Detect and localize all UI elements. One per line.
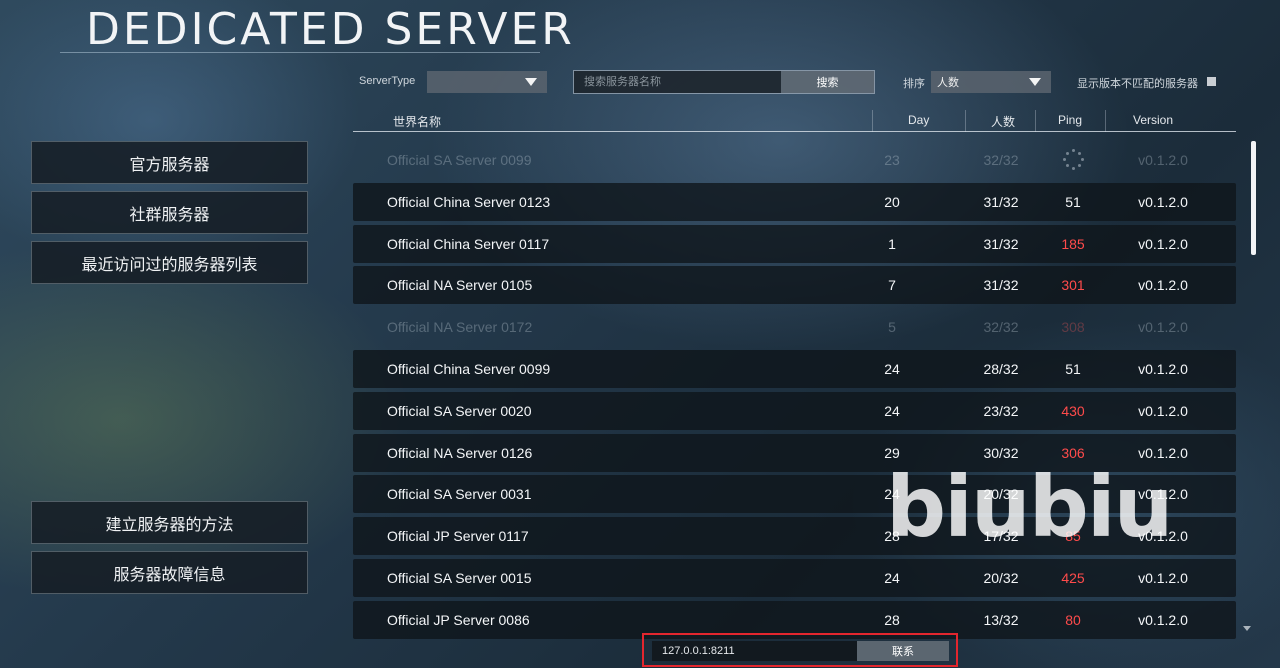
server-row[interactable]: Official China Server 0117 1 31/32 185 v0.1.… bbox=[353, 224, 1236, 263]
connect-button[interactable]: 联系 bbox=[857, 641, 949, 661]
scroll-down-icon[interactable] bbox=[1243, 626, 1251, 631]
server-players: 13/32 bbox=[983, 611, 1019, 628]
server-day: 7 bbox=[888, 277, 896, 294]
server-version: v0.1.2.0 bbox=[1138, 611, 1188, 628]
server-version: v0.1.2.0 bbox=[1138, 235, 1188, 252]
server-name: Official JP Server 0086 bbox=[387, 611, 530, 628]
watermark-logo: biubiu bbox=[886, 458, 1173, 556]
page-title: DEDICATED SERVER bbox=[86, 4, 575, 55]
official-servers-button[interactable]: 官方服务器 bbox=[31, 141, 308, 184]
community-servers-button[interactable]: 社群服务器 bbox=[31, 191, 308, 234]
server-row[interactable]: Official China Server 0123 20 31/32 51 v0.1.… bbox=[353, 182, 1236, 221]
server-name: Official JP Server 0117 bbox=[387, 528, 529, 545]
server-version: v0.1.2.0 bbox=[1138, 570, 1188, 586]
loading-spinner-icon bbox=[1061, 147, 1085, 171]
server-row[interactable]: Official NA Server 0105 7 31/32 301 v0.1.2.0 bbox=[353, 266, 1236, 305]
column-divider bbox=[872, 110, 873, 132]
server-issues-button[interactable]: 服务器故障信息 bbox=[31, 551, 308, 594]
server-day: 24 bbox=[884, 402, 900, 419]
server-type-label: ServerType bbox=[359, 75, 416, 87]
server-day: 24 bbox=[884, 361, 900, 377]
server-row[interactable]: Official SA Server 0099 23 32/32 v0.1.2.0 bbox=[353, 141, 1236, 179]
server-name: Official NA Server 0105 bbox=[387, 277, 533, 294]
server-players: 32/32 bbox=[983, 319, 1019, 336]
server-day: 20 bbox=[884, 193, 900, 210]
server-version: v0.1.2.0 bbox=[1138, 277, 1188, 294]
server-row[interactable]: Official SA Server 0015 24 20/32 425 v0.1.2.… bbox=[353, 559, 1236, 597]
server-row[interactable]: Official China Server 0099 24 28/32 51 v0.1.… bbox=[353, 350, 1236, 388]
server-day: 23 bbox=[884, 152, 900, 168]
column-header-players[interactable]: 人数 bbox=[991, 113, 1015, 130]
server-version: v0.1.2.0 bbox=[1138, 193, 1188, 210]
server-day: 1 bbox=[888, 235, 896, 252]
server-players: 32/32 bbox=[983, 152, 1019, 168]
column-divider bbox=[1105, 110, 1106, 132]
table-header: 世界名称 Day 人数 Ping Version bbox=[353, 110, 1236, 132]
server-row[interactable]: Official NA Server 0172 5 32/32 308 v0.1.2.0 bbox=[353, 308, 1236, 346]
chevron-down-icon bbox=[1029, 78, 1041, 86]
direct-connect-bar: 联系 bbox=[642, 633, 958, 667]
server-name: Official SA Server 0015 bbox=[387, 570, 532, 586]
server-players: 23/32 bbox=[983, 402, 1019, 419]
server-players: 31/32 bbox=[983, 193, 1019, 210]
server-name: Official China Server 0099 bbox=[387, 361, 551, 377]
server-name: Official SA Server 0099 bbox=[387, 152, 532, 168]
sort-value: 人数 bbox=[937, 77, 959, 89]
sort-label: 排序 bbox=[903, 78, 925, 90]
server-row[interactable]: Official SA Server 0020 24 23/32 430 v0.1.2.… bbox=[353, 391, 1236, 430]
server-day: 5 bbox=[888, 319, 896, 336]
show-mismatch-checkbox[interactable] bbox=[1207, 77, 1216, 86]
column-header-ping[interactable]: Ping bbox=[1058, 113, 1082, 127]
recent-servers-button[interactable]: 最近访问过的服务器列表 bbox=[31, 241, 308, 284]
chevron-down-icon bbox=[525, 78, 537, 86]
search-bar: 搜索 bbox=[573, 70, 875, 94]
column-divider bbox=[1035, 110, 1036, 132]
server-name: Official SA Server 0020 bbox=[387, 402, 532, 419]
server-players: 31/32 bbox=[983, 235, 1019, 252]
server-version: v0.1.2.0 bbox=[1138, 402, 1188, 419]
server-version: v0.1.2.0 bbox=[1138, 361, 1188, 377]
server-name: Official China Server 0123 bbox=[387, 193, 551, 210]
server-name: Official SA Server 0031 bbox=[387, 486, 532, 503]
search-button[interactable]: 搜索 bbox=[781, 71, 874, 93]
search-input[interactable] bbox=[574, 71, 781, 93]
scrollbar-thumb[interactable] bbox=[1251, 141, 1256, 255]
server-day: 28 bbox=[884, 611, 900, 628]
server-name: Official China Server 0117 bbox=[387, 235, 550, 252]
title-underline bbox=[60, 52, 540, 53]
server-players: 28/32 bbox=[983, 361, 1019, 377]
server-type-dropdown[interactable] bbox=[427, 71, 547, 93]
server-version: v0.1.2.0 bbox=[1138, 319, 1188, 336]
show-mismatch-label: 显示版本不匹配的服务器 bbox=[1077, 78, 1198, 90]
column-header-name[interactable]: 世界名称 bbox=[393, 113, 441, 130]
server-name: Official NA Server 0172 bbox=[387, 319, 533, 336]
server-name: Official NA Server 0126 bbox=[387, 444, 533, 461]
how-to-build-server-button[interactable]: 建立服务器的方法 bbox=[31, 501, 308, 544]
column-header-day[interactable]: Day bbox=[908, 113, 929, 127]
server-players: 20/32 bbox=[983, 570, 1019, 586]
table-header-underline bbox=[353, 131, 1236, 132]
column-header-version[interactable]: Version bbox=[1133, 113, 1173, 127]
server-version: v0.1.2.0 bbox=[1138, 152, 1188, 168]
server-day: 24 bbox=[884, 570, 900, 586]
sort-dropdown[interactable]: 人数 bbox=[931, 71, 1051, 93]
server-players: 31/32 bbox=[983, 277, 1019, 294]
column-divider bbox=[965, 110, 966, 132]
server-address-input[interactable] bbox=[652, 641, 857, 661]
